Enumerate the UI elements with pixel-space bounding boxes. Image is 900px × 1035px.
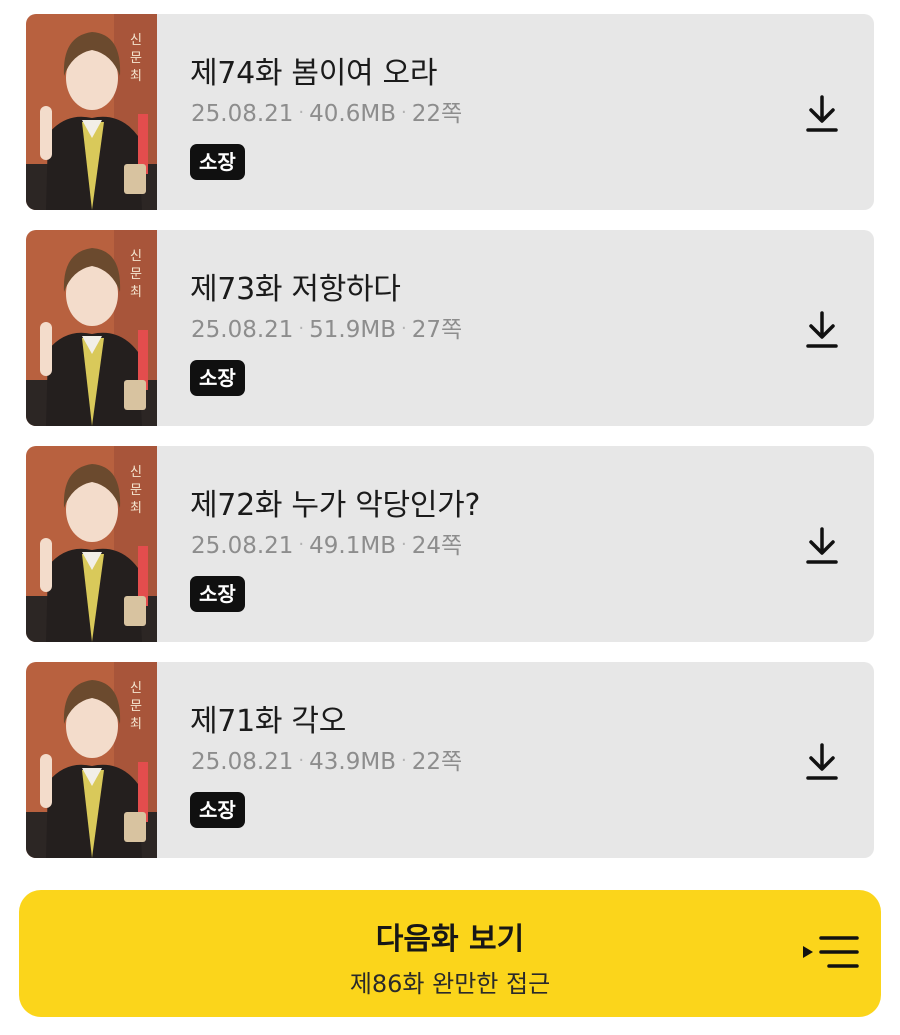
cover-thumbnail: 신 문 최 (26, 230, 157, 426)
svg-text:최: 최 (130, 69, 142, 84)
svg-text:신: 신 (130, 681, 142, 696)
svg-text:최: 최 (130, 717, 142, 732)
download-icon[interactable] (804, 526, 840, 566)
cover-thumbnail: 신 문 최 (26, 14, 157, 210)
episode-size: 40.6MB (309, 101, 396, 127)
svg-text:문: 문 (130, 483, 142, 498)
next-episode-label: 다음화 보기 (375, 922, 525, 957)
owned-badge: 소장 (190, 576, 245, 612)
svg-text:최: 최 (130, 501, 142, 516)
download-icon[interactable] (804, 310, 840, 350)
next-episode-button[interactable]: 다음화 보기 제86화 완만한 접근 (19, 890, 881, 1017)
episode-card[interactable]: 신 문 최 제74화 봄이여 오라 25.08.21 · 40.6MB · 22쪽 소장 (26, 14, 874, 210)
owned-badge: 소장 (190, 360, 245, 396)
owned-badge: 소장 (190, 144, 245, 180)
svg-text:최: 최 (130, 285, 142, 300)
episode-pages: 22쪽 (411, 101, 463, 127)
episode-date: 25.08.21 (191, 317, 294, 343)
episode-card[interactable]: 신 문 최 제73화 저항하다 25.08.21 · 51.9MB · 27쪽 소장 (26, 230, 874, 426)
episode-date: 25.08.21 (191, 749, 294, 775)
svg-text:문: 문 (130, 267, 142, 282)
episode-date: 25.08.21 (191, 533, 294, 559)
cover-thumbnail: 신 문 최 (26, 446, 157, 642)
meta-separator: · (401, 318, 407, 339)
meta-separator: · (401, 102, 407, 123)
playlist-icon[interactable] (801, 930, 861, 974)
episode-title: 제71화 각오 (190, 704, 347, 739)
meta-separator: · (298, 318, 305, 339)
episode-size: 51.9MB (309, 317, 396, 343)
episode-meta: 25.08.21 · 40.6MB · 22쪽 (191, 94, 462, 128)
svg-text:신: 신 (130, 33, 142, 48)
svg-text:신: 신 (130, 249, 142, 264)
svg-text:문: 문 (130, 699, 142, 714)
episode-pages: 27쪽 (411, 317, 463, 343)
episode-date: 25.08.21 (191, 101, 294, 127)
download-icon[interactable] (804, 94, 840, 134)
episode-pages: 22쪽 (411, 749, 463, 775)
episode-meta: 25.08.21 · 43.9MB · 22쪽 (191, 742, 462, 776)
next-episode-subtitle: 제86화 완만한 접근 (349, 970, 551, 998)
owned-badge: 소장 (190, 792, 245, 828)
episode-title: 제73화 저항하다 (190, 272, 401, 307)
meta-separator: · (298, 534, 305, 555)
svg-text:문: 문 (130, 51, 142, 66)
episode-title: 제72화 누가 악당인가? (190, 488, 481, 523)
episode-size: 49.1MB (309, 533, 396, 559)
episode-card[interactable]: 신 문 최 제72화 누가 악당인가? 25.08.21 · 49.1MB · 24쪽 … (26, 446, 874, 642)
episode-size: 43.9MB (309, 749, 396, 775)
meta-separator: · (298, 102, 305, 123)
svg-text:신: 신 (130, 465, 142, 480)
episode-meta: 25.08.21 · 51.9MB · 27쪽 (191, 310, 462, 344)
episode-pages: 24쪽 (411, 533, 463, 559)
download-icon[interactable] (804, 742, 840, 782)
episode-meta: 25.08.21 · 49.1MB · 24쪽 (191, 526, 462, 560)
meta-separator: · (298, 750, 305, 771)
meta-separator: · (401, 750, 407, 771)
cover-thumbnail: 신 문 최 (26, 662, 157, 858)
episode-card[interactable]: 신 문 최 제71화 각오 25.08.21 · 43.9MB · 22쪽 소장 (26, 662, 874, 858)
episode-title: 제74화 봄이여 오라 (190, 56, 438, 91)
meta-separator: · (401, 534, 407, 555)
